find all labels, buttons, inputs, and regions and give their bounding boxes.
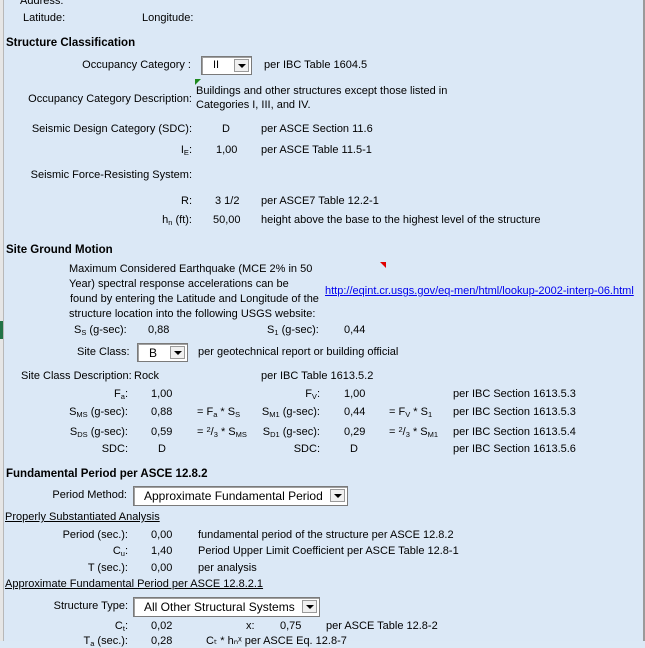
sdc-value: D	[222, 123, 230, 135]
approx-period-heading: Approximate Fundamental Period per ASCE …	[5, 578, 264, 590]
sds-formula: = 2/3 * SMS	[197, 425, 247, 439]
site-class-value: B	[149, 346, 158, 360]
ct-ref: per ASCE Table 12.8-2	[326, 620, 438, 632]
address-label: Address:	[20, 0, 64, 7]
sfrs-label: Seismic Force-Resisting System:	[30, 169, 192, 181]
t-label: T (sec.):	[87, 562, 128, 574]
ct-label: Ct:	[114, 620, 128, 633]
ta-ref: Cₜ * hₙˣ per ASCE Eq. 12.8-7	[206, 635, 347, 647]
x-value: 0,75	[280, 620, 302, 632]
mce-text-line3: found by entering the Latitude and Longi…	[70, 293, 319, 305]
selected-row-indicator	[0, 321, 3, 339]
sd1-formula: = 2/3 * SM1	[389, 425, 439, 439]
sms-label: SMS (g-sec):	[69, 406, 128, 419]
ie-value: 1,00	[216, 144, 238, 156]
ie-ref: per ASCE Table 11.5-1	[261, 144, 372, 156]
longitude-label: Longitude:	[142, 12, 194, 24]
occupancy-category-ref: per IBC Table 1604.5	[264, 59, 368, 71]
hn-value: 50,00	[213, 214, 241, 226]
cu-label: Cu:	[112, 545, 128, 558]
site-class-desc-value: Rock	[134, 370, 160, 382]
sdc-ref: per IBC Section 1613.5.6	[453, 443, 576, 455]
period-method-dropdown[interactable]: Approximate Fundamental Period	[133, 486, 348, 506]
mce-text-line4: structure location into the following US…	[69, 308, 316, 320]
period-label: Period (sec.):	[62, 529, 128, 541]
sm1-value: 0,44	[344, 406, 366, 418]
site-ground-motion-heading: Site Ground Motion	[6, 244, 113, 256]
sdc-ref: per ASCE Section 11.6	[261, 123, 373, 135]
structure-type-value: All Other Structural Systems	[144, 600, 295, 614]
site-class-ref: per geotechnical report or building offi…	[198, 346, 399, 358]
site-class-label: Site Class:	[77, 346, 130, 358]
hn-label: hn (ft):	[162, 214, 192, 227]
sdc-right-value: D	[350, 443, 358, 455]
comment-indicator-icon	[380, 262, 386, 268]
ss-value: 0,88	[148, 324, 170, 336]
sms-formula: = Fa * SS	[197, 406, 241, 419]
fundamental-period-heading: Fundamental Period per ASCE 12.8.2	[6, 468, 208, 480]
fa-label: Fa:	[114, 388, 128, 401]
occupancy-category-dropdown[interactable]: II	[201, 56, 252, 75]
s1-label: S1 (g-sec):	[267, 324, 319, 337]
period-value: 0,00	[151, 529, 173, 541]
usgs-link[interactable]: http://eqint.cr.usgs.gov/eq-men/html/loo…	[325, 285, 634, 298]
ss-label: SS (g-sec):	[74, 324, 127, 337]
sd1-value: 0,29	[344, 426, 366, 438]
chevron-down-icon[interactable]	[234, 59, 249, 72]
sms-value: 0,88	[151, 406, 173, 418]
cu-ref: Period Upper Limit Coefficient per ASCE …	[198, 545, 459, 557]
sdc-label: Seismic Design Category (SDC):	[31, 123, 192, 135]
cu-value: 1,40	[151, 545, 173, 557]
period-ref: fundamental period of the structure per …	[198, 529, 454, 541]
structure-type-label: Structure Type:	[53, 600, 128, 612]
mce-text-line2: Year) spectral response accelerations ca…	[69, 278, 289, 290]
occupancy-description-line1: Buildings and other structures except th…	[196, 85, 448, 97]
sm1-ref: per IBC Section 1613.5.3	[453, 406, 576, 418]
hn-ref: height above the base to the highest lev…	[261, 214, 541, 226]
occupancy-description-label: Occupancy Category Description:	[28, 93, 192, 105]
sds-label: SDS (g-sec):	[69, 426, 128, 439]
latitude-label: Latitude:	[23, 12, 66, 24]
worksheet: Address: Latitude: Longitude: Structure …	[0, 0, 645, 647]
site-class-dropdown[interactable]: B	[137, 343, 188, 362]
sd1-ref: per IBC Section 1613.5.4	[453, 426, 576, 438]
fa-value: 1,00	[151, 388, 173, 400]
occupancy-description-line2: Categories I, III, and IV.	[196, 99, 311, 111]
fv-label: FV:	[305, 388, 320, 401]
site-class-desc-label: Site Class Description:	[21, 370, 132, 382]
sds-value: 0,59	[151, 426, 173, 438]
t-value: 0,00	[151, 562, 173, 574]
ct-value: 0,02	[151, 620, 173, 632]
t-ref: per analysis	[198, 562, 257, 574]
period-method-value: Approximate Fundamental Period	[144, 489, 323, 503]
sm1-formula: = FV * S1	[389, 406, 433, 419]
s1-value: 0,44	[344, 324, 366, 336]
sdc-left-value: D	[158, 443, 166, 455]
chevron-down-icon[interactable]	[170, 346, 185, 359]
sdc-left-label: SDC:	[101, 443, 128, 455]
row-header-strip	[0, 0, 4, 641]
ta-label: Ta (sec.):	[83, 635, 128, 648]
r-value: 3 1/2	[215, 195, 240, 207]
fv-value: 1,00	[344, 388, 366, 400]
r-ref: per ASCE7 Table 12.2-1	[261, 195, 379, 207]
occupancy-category-value: II	[213, 59, 220, 71]
psa-heading: Properly Substantiated Analysis	[5, 511, 160, 523]
ie-label: IE:	[180, 144, 192, 157]
sd1-label: SD1 (g-sec):	[262, 426, 320, 439]
structure-classification-heading: Structure Classification	[6, 37, 136, 49]
r-label: R:	[181, 195, 192, 207]
structure-type-dropdown[interactable]: All Other Structural Systems	[133, 597, 320, 617]
period-method-label: Period Method:	[52, 489, 127, 501]
sm1-label: SM1 (g-sec):	[261, 406, 320, 419]
site-class-desc-ref: per IBC Table 1613.5.2	[261, 370, 374, 382]
mce-text-line1: Maximum Considered Earthquake (MCE 2% in…	[69, 263, 313, 275]
ta-value: 0,28	[151, 635, 173, 647]
sdc-right-label: SDC:	[293, 443, 320, 455]
chevron-down-icon[interactable]	[302, 600, 317, 613]
x-label: x:	[246, 620, 255, 632]
occupancy-category-label: Occupancy Category :	[82, 59, 191, 71]
fv-ref: per IBC Section 1613.5.3	[453, 388, 576, 400]
chevron-down-icon[interactable]	[330, 489, 345, 502]
